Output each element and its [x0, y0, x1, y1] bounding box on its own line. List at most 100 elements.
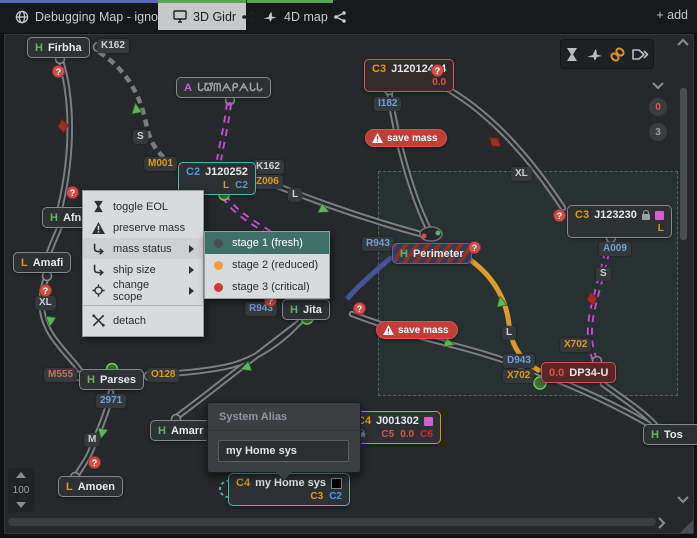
system-node-parses[interactable]: H Parses: [79, 369, 144, 390]
static-label: C5: [381, 429, 394, 440]
edge-label-s[interactable]: S: [133, 130, 148, 144]
system-name: J001302: [376, 415, 419, 427]
submenu-item-stage2[interactable]: stage 2 (reduced): [205, 254, 329, 276]
system-node-dp34u[interactable]: 0.0 DP34-U: [541, 362, 616, 383]
system-node-j001302[interactable]: C4 J001302 ☠ C5 0.0 C6: [349, 411, 441, 444]
scroll-right-icon[interactable]: [658, 516, 666, 530]
menu-item-label: preserve mass: [113, 222, 185, 234]
submenu-caret-icon: [189, 287, 194, 295]
stage1-dot-icon: [214, 239, 223, 248]
menu-item-mass-status[interactable]: mass status: [83, 238, 203, 259]
edge-label-k162[interactable]: K162: [97, 39, 129, 53]
edge-label-l2[interactable]: L: [502, 326, 516, 340]
edge-label-z006[interactable]: Z006: [252, 175, 283, 189]
security-label: H: [651, 429, 659, 441]
system-node-firbha[interactable]: H Firbha: [27, 37, 90, 58]
detach-icon: [92, 314, 105, 327]
counter-badge-red[interactable]: 0: [649, 98, 667, 116]
class-label: C2: [186, 166, 200, 178]
edge-label-r943[interactable]: R943: [362, 237, 394, 251]
security-label: H: [35, 42, 43, 54]
scroll-up-icon[interactable]: [676, 38, 690, 46]
status-unknown-icon[interactable]: ?: [553, 209, 566, 222]
security-label: H: [50, 212, 58, 224]
resize-handle[interactable]: [680, 520, 693, 533]
edge-label-m[interactable]: M: [84, 433, 100, 447]
system-node-trig[interactable]: A ᒐᘺᗰᗅᑭᗅᒐᒐ: [176, 77, 271, 98]
edge-label-k162b[interactable]: K162: [252, 160, 284, 174]
add-map-button[interactable]: + add: [656, 8, 688, 22]
menu-item-ship-size[interactable]: ship size: [83, 259, 203, 280]
jet-icon: [262, 10, 278, 23]
status-unknown-icon[interactable]: ?: [353, 302, 366, 315]
edge-label-a009[interactable]: A009: [599, 242, 631, 256]
system-name: ᒐᘺᗰᗅᑭᗅᒐᒐ: [197, 81, 263, 95]
counter-badge-gray[interactable]: 3: [649, 123, 667, 141]
menu-item-toggle-eol[interactable]: toggle EOL: [83, 196, 203, 217]
monitor-icon: [173, 10, 187, 23]
hourglass-filter-icon[interactable]: [565, 47, 579, 62]
edge-label-xl[interactable]: XL: [511, 167, 532, 181]
submenu-caret-icon: [189, 266, 194, 274]
tab-label: 3D Gidr: [193, 10, 236, 24]
status-unknown-icon[interactable]: ?: [52, 65, 65, 78]
horizontal-scrollbar[interactable]: [8, 518, 656, 526]
edge-label-m555[interactable]: M555: [44, 368, 77, 382]
edge-label-d943[interactable]: D943: [503, 354, 535, 368]
tab-3d-gidr[interactable]: 3D Gidr: [158, 0, 246, 30]
status-unknown-icon[interactable]: ?: [88, 456, 101, 469]
connection-link-icon[interactable]: [610, 47, 625, 62]
system-node-jita[interactable]: H Jita: [282, 299, 330, 320]
security-label: L: [66, 481, 73, 493]
save-mass-badge[interactable]: save mass: [365, 129, 447, 147]
zoom-out-button[interactable]: [16, 502, 26, 508]
vertical-scrollbar[interactable]: [680, 88, 687, 240]
tab-4d-map[interactable]: 4D map: [247, 0, 333, 30]
collapse-chevron-icon[interactable]: [651, 82, 665, 90]
status-unknown-icon[interactable]: ?: [468, 241, 481, 254]
menu-item-change-scope[interactable]: change scope: [83, 280, 203, 301]
menu-item-preserve-mass[interactable]: preserve mass: [83, 217, 203, 238]
static-label: L: [223, 180, 229, 191]
stage3-dot-icon: [214, 283, 223, 292]
edge-label-x702[interactable]: X702: [560, 338, 591, 352]
warning-icon: [372, 133, 383, 143]
save-mass-badge[interactable]: save mass: [376, 321, 458, 339]
edge-label-o128[interactable]: O128: [147, 368, 179, 382]
submenu-item-stage1[interactable]: stage 1 (fresh): [205, 232, 329, 254]
static-label: C2: [329, 491, 342, 502]
edge-label-i182[interactable]: I182: [374, 97, 401, 111]
security-label: H: [400, 248, 408, 260]
tab-debugging-map[interactable]: Debugging Map - ignore: [0, 0, 158, 30]
edge-label-m001[interactable]: M001: [144, 157, 177, 171]
edge-label-2971[interactable]: 2971: [96, 394, 126, 408]
edge-label-stack2[interactable]: D943 X702: [503, 354, 535, 383]
alias-input[interactable]: [218, 440, 349, 462]
edge-label-s2[interactable]: S: [596, 267, 611, 281]
system-node-perimeter[interactable]: H Perimeter: [392, 243, 472, 264]
system-node-amarr[interactable]: H Amarr: [150, 420, 211, 441]
frigate-hole-icon: [424, 417, 433, 426]
system-node-amoen[interactable]: L Amoen: [58, 476, 123, 497]
edge-label-l[interactable]: L: [288, 188, 302, 202]
popover-arrow: [276, 472, 292, 480]
warning-icon: [383, 325, 394, 335]
share-icon[interactable]: [334, 11, 346, 23]
edge-label-stack[interactable]: K162 Z006: [252, 160, 284, 189]
submenu-item-stage3[interactable]: stage 3 (critical): [205, 276, 329, 298]
system-node-j123230[interactable]: C3 J123230 L: [567, 205, 672, 238]
connection-context-menu: toggle EOL preserve mass mass status shi…: [82, 190, 204, 337]
menu-item-detach[interactable]: detach: [83, 310, 203, 331]
scroll-down-icon[interactable]: [676, 496, 690, 504]
ship-filter-icon[interactable]: [586, 47, 603, 62]
zoom-in-button[interactable]: [16, 472, 26, 478]
edge-label-xl2[interactable]: XL: [35, 296, 56, 310]
system-node-amafi[interactable]: L Amafi: [13, 252, 71, 273]
system-node-tos[interactable]: H Tos: [643, 424, 697, 445]
status-unknown-icon[interactable]: ?: [66, 186, 79, 199]
zoom-level: 100: [13, 485, 30, 496]
status-unknown-icon[interactable]: ?: [431, 64, 444, 77]
tags-filter-icon[interactable]: [632, 47, 649, 62]
edge-label-x702b[interactable]: X702: [503, 369, 534, 383]
status-unknown-icon[interactable]: ?: [39, 284, 52, 297]
